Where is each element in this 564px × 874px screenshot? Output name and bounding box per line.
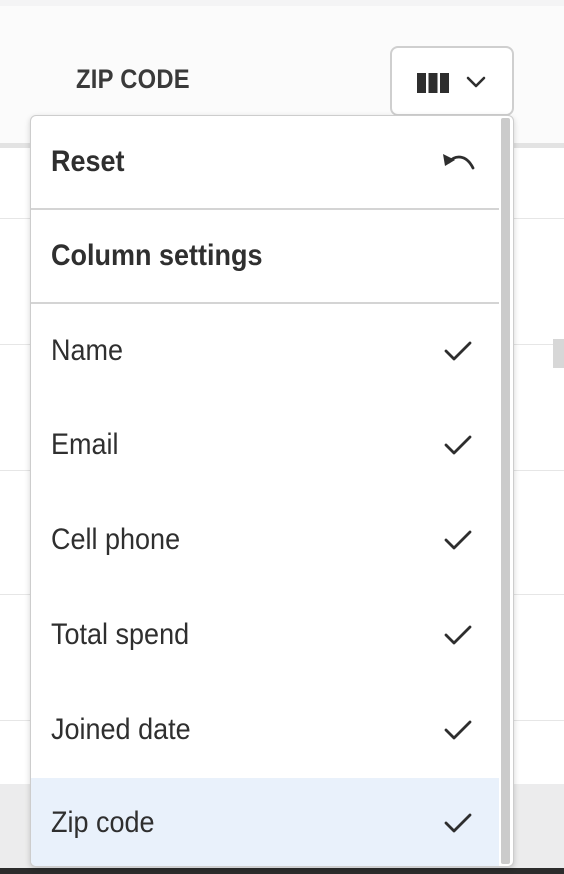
column-toggle-name[interactable]: Name	[31, 304, 499, 398]
undo-icon	[443, 154, 475, 170]
column-toggle-cell-phone[interactable]: Cell phone	[31, 492, 499, 588]
check-icon	[444, 435, 472, 455]
reset-button[interactable]: Reset	[31, 116, 499, 208]
column-toggle-label: Name	[51, 334, 124, 367]
check-icon	[444, 720, 472, 740]
column-toggle-label: Total spend	[51, 618, 190, 651]
check-icon	[444, 530, 472, 550]
column-toggle-zip-code[interactable]: Zip code	[31, 778, 499, 866]
check-icon	[444, 625, 472, 645]
column-settings-button[interactable]	[390, 46, 514, 116]
column-toggle-label: Cell phone	[51, 523, 181, 556]
check-icon	[444, 813, 472, 833]
column-toggle-label: Email	[51, 428, 119, 461]
menu-scrollbar[interactable]	[501, 118, 510, 864]
columns-icon	[417, 73, 449, 93]
check-icon	[444, 341, 472, 361]
bottom-bar	[0, 868, 564, 874]
chevron-down-icon	[466, 76, 486, 88]
column-toggle-label: Joined date	[51, 713, 191, 746]
column-toggle-joined-date[interactable]: Joined date	[31, 682, 499, 778]
reset-label: Reset	[51, 145, 125, 178]
section-title: Column settings	[51, 239, 263, 272]
column-toggle-total-spend[interactable]: Total spend	[31, 588, 499, 682]
column-header-zip-code[interactable]: ZIP CODE	[76, 64, 190, 95]
column-settings-heading: Column settings	[31, 210, 499, 302]
table-scroll-indicator[interactable]	[553, 339, 564, 368]
column-settings-menu: Reset Column settings Name Email Cell ph…	[30, 115, 514, 867]
column-toggle-email[interactable]: Email	[31, 398, 499, 492]
column-toggle-label: Zip code	[51, 806, 155, 839]
